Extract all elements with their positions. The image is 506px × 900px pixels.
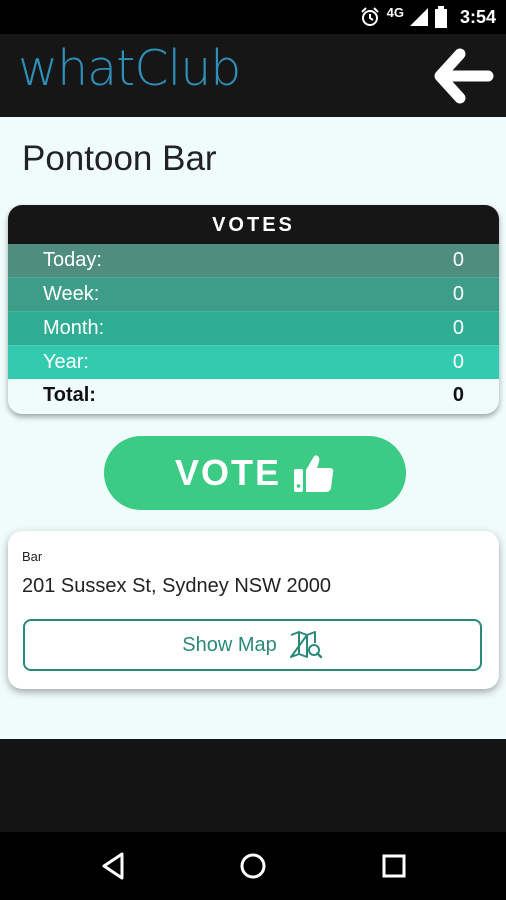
vote-button[interactable]: VOTE: [104, 436, 406, 510]
vote-button-label: VOTE: [174, 452, 281, 493]
votes-row-label: Year:: [43, 351, 89, 373]
network-type: 4G: [386, 4, 404, 20]
show-map-button[interactable]: Show Map: [23, 619, 482, 671]
app-logo: whatClub: [18, 40, 241, 97]
votes-row-value: 0: [452, 317, 464, 339]
venue-address: 201 Sussex St, Sydney NSW 2000: [22, 575, 332, 597]
venue-category: Bar: [22, 549, 43, 564]
status-icons: 4G 3:54: [359, 0, 496, 34]
triangle-back-icon: [102, 852, 124, 880]
circle-home-icon: [240, 853, 266, 879]
clock: 3:54: [459, 6, 496, 27]
votes-header: VOTES: [8, 205, 499, 244]
battery-icon: [434, 6, 447, 28]
signal-icon: [409, 8, 428, 26]
votes-row-value: 0: [452, 351, 464, 373]
nav-home-button[interactable]: [235, 848, 271, 884]
votes-row-week: Week: 0: [8, 277, 499, 311]
votes-row-year: Year: 0: [8, 345, 499, 379]
back-arrow-icon: [434, 48, 494, 104]
votes-row-value: 0: [452, 249, 464, 271]
venue-info-card: Bar 201 Sussex St, Sydney NSW 2000 Show …: [8, 531, 499, 689]
map-search-icon: [289, 631, 322, 659]
votes-card: VOTES Today: 0 Week: 0 Month: 0 Year: 0 …: [8, 205, 499, 414]
votes-total-value: 0: [452, 384, 464, 406]
votes-row-label: Month:: [43, 317, 105, 339]
venue-title: Pontoon Bar: [22, 139, 217, 178]
thumbs-up-icon: [294, 455, 334, 492]
votes-row-value: 0: [452, 283, 464, 305]
votes-row-label: Today:: [43, 249, 102, 271]
votes-row-today: Today: 0: [8, 244, 499, 277]
nav-back-button[interactable]: [96, 848, 132, 884]
show-map-label: Show Map: [182, 633, 277, 656]
app-bar: whatClub: [0, 34, 506, 117]
system-nav-bar: [0, 832, 506, 900]
alarm-icon: [360, 7, 379, 26]
votes-row-label: Week:: [43, 283, 100, 305]
nav-recents-button[interactable]: [376, 848, 412, 884]
square-recents-icon: [382, 854, 406, 878]
back-button[interactable]: [434, 46, 494, 106]
votes-row-total: Total: 0: [8, 379, 499, 412]
votes-total-label: Total:: [43, 384, 96, 406]
main-content: Pontoon Bar VOTES Today: 0 Week: 0 Month…: [0, 117, 506, 739]
status-bar: 4G 3:54: [0, 0, 506, 34]
votes-row-month: Month: 0: [8, 311, 499, 345]
